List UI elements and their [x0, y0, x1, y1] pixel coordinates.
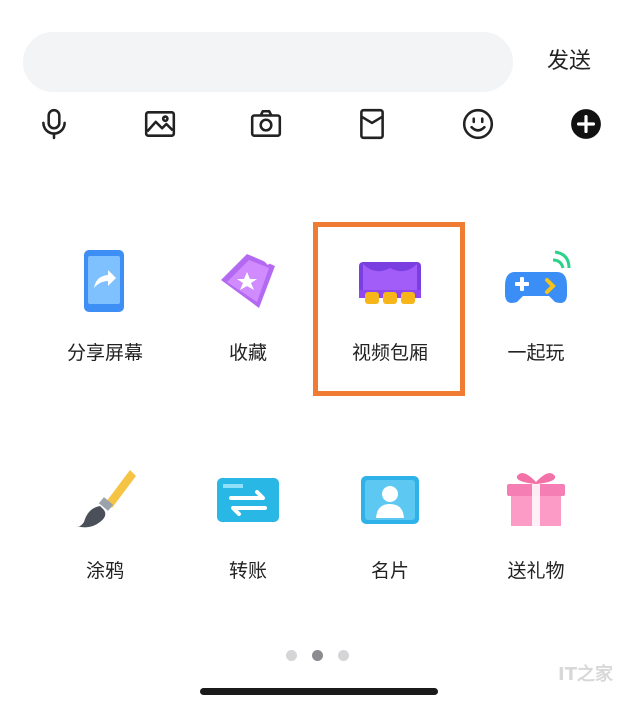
input-toolbar	[0, 104, 640, 144]
message-input[interactable]	[23, 32, 513, 92]
microphone-icon[interactable]	[34, 104, 74, 144]
favorite-label: 收藏	[228, 342, 267, 364]
emoji-icon[interactable]	[458, 104, 498, 144]
page-dot-active[interactable]	[312, 650, 323, 661]
brush-icon	[70, 464, 140, 534]
share-screen-icon	[70, 246, 140, 316]
home-indicator[interactable]	[200, 688, 438, 695]
camera-icon[interactable]	[246, 104, 286, 144]
send-gift-item[interactable]: 送礼物	[466, 448, 606, 598]
favorite-icon	[213, 246, 283, 316]
game-controller-icon	[501, 246, 571, 316]
contact-card-item[interactable]: 名片	[320, 448, 460, 598]
contact-card-icon	[355, 464, 425, 534]
image-icon[interactable]	[140, 104, 180, 144]
transfer-item[interactable]: 转账	[178, 448, 318, 598]
transfer-label: 转账	[228, 560, 267, 582]
send-gift-label: 送礼物	[507, 560, 565, 582]
highlight-frame	[313, 222, 465, 396]
page-indicator	[0, 650, 640, 662]
red-packet-icon[interactable]	[352, 104, 392, 144]
doodle-item[interactable]: 涂鸦	[35, 448, 175, 598]
share-screen-item[interactable]: 分享屏幕	[35, 230, 175, 380]
share-screen-label: 分享屏幕	[66, 342, 143, 364]
watermark: IT之家	[558, 664, 613, 685]
play-together-item[interactable]: 一起玩	[466, 230, 606, 380]
page-dot[interactable]	[338, 650, 349, 661]
plus-icon[interactable]	[566, 104, 606, 144]
gift-icon	[501, 464, 571, 534]
page-dot[interactable]	[286, 650, 297, 661]
contact-card-label: 名片	[370, 560, 409, 582]
transfer-icon	[213, 464, 283, 534]
doodle-label: 涂鸦	[85, 560, 124, 582]
favorite-item[interactable]: 收藏	[178, 230, 318, 380]
play-together-label: 一起玩	[507, 342, 565, 364]
send-button[interactable]: 发送	[534, 40, 604, 84]
